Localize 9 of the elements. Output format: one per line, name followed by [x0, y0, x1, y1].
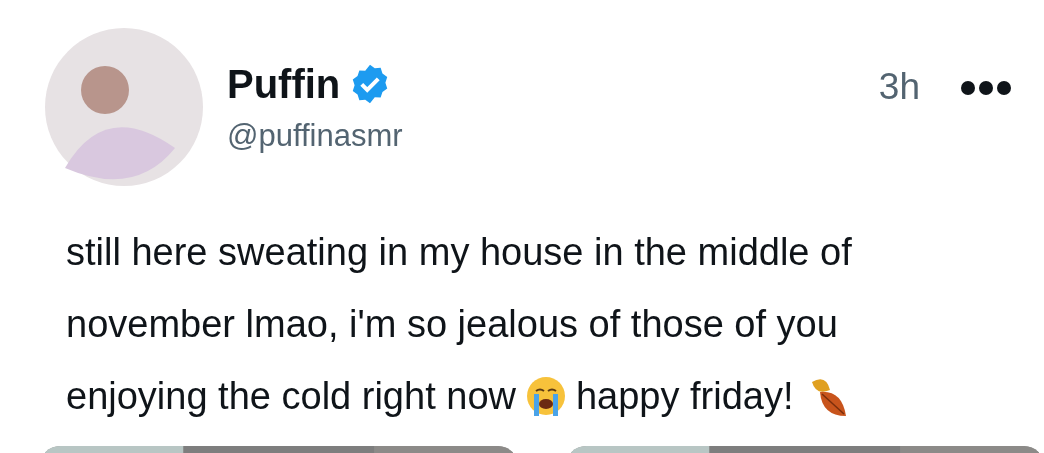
author-handle[interactable]: @puffinasmr [227, 120, 403, 151]
post-text: still here sweating in my house in the middle of [66, 233, 852, 271]
more-icon[interactable] [960, 80, 1012, 96]
post-text: happy friday! [575, 377, 794, 415]
post-time: 3h [878, 68, 920, 105]
author-name[interactable]: Puffin [227, 64, 341, 104]
avatar[interactable] [45, 28, 203, 186]
post-text: november lmao, i'm so jealous of those of you [66, 305, 838, 343]
post-text: enjoying the cold right now [66, 377, 516, 415]
